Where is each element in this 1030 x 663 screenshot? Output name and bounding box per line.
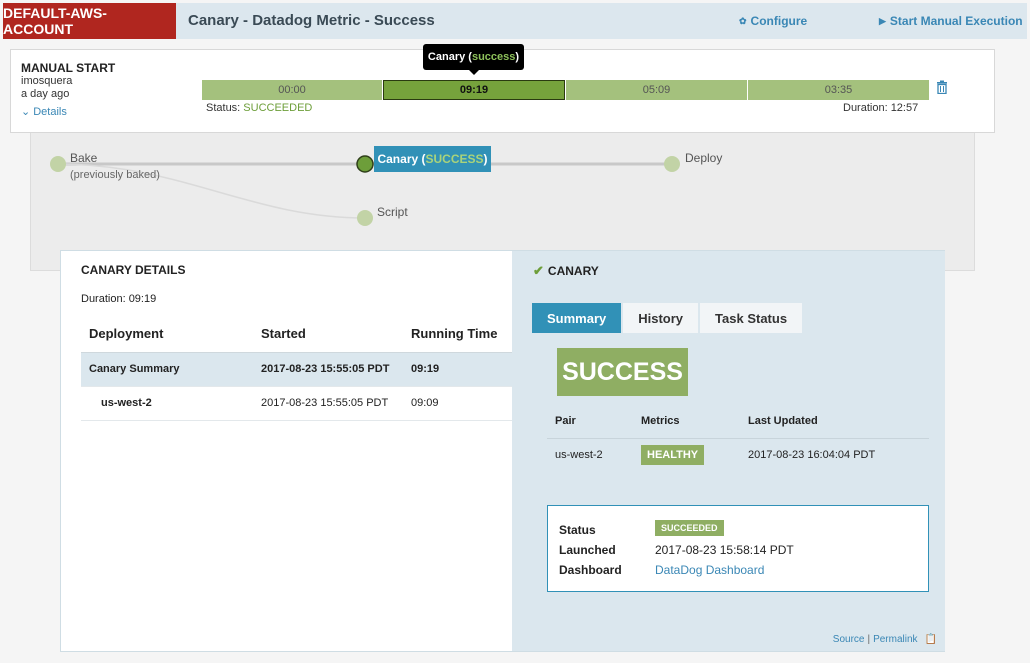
check-icon: ✔ [533,263,544,278]
configure-link[interactable]: ✿ Configure [739,14,807,28]
footer-links: Source | Permalink 📋 [833,634,937,645]
table-row[interactable]: us-west-2 2017-08-23 15:55:05 PDT 09:09 [81,386,512,421]
clipboard-icon[interactable]: 📋 [925,634,937,645]
result-badge: SUCCESS [557,348,688,396]
column-header-last-updated: Last Updated [740,404,929,439]
canary-info-box: Status SUCCEEDED Launched 2017-08-23 15:… [547,505,929,592]
trigger-user: imosquera [21,75,73,87]
cell-running-time: 09:19 [403,352,512,387]
account-tag: DEFAULT-AWS-ACCOUNT [3,3,176,39]
status-key: Status [559,523,596,537]
node-deploy[interactable] [664,156,680,172]
stage-segment-deploy[interactable]: 05:09 [566,80,747,100]
tooltip-status: success [471,51,516,63]
cell-started: 2017-08-23 15:55:05 PDT [253,352,403,387]
details-toggle[interactable]: ⌄ Details [21,105,115,119]
tooltip-stage: Canary ( [427,51,472,63]
cell-pair: us-west-2 [555,449,603,462]
cell-running-time: 09:09 [403,386,512,421]
status-value: SUCCEEDED [243,102,313,114]
table-row: us-west-2 HEALTHY 2017-08-23 16:04:04 PD… [547,438,929,472]
launched-key: Launched [559,543,616,557]
canary-label-text: Canary ( [377,152,426,166]
tab-history[interactable]: History [623,303,699,333]
status-value-wrap: SUCCEEDED [655,520,724,536]
configure-label: Configure [750,14,808,28]
execution-status: Status: SUCCEEDED [206,102,312,114]
column-header-running-time: Running Time [403,316,512,353]
stage-bar: 00:00 09:19 05:09 03:35 [202,80,930,100]
permalink-link[interactable]: Permalink [873,634,917,645]
dashboard-key: Dashboard [559,563,622,577]
column-header-started: Started [253,316,403,353]
dashboard-link[interactable]: DataDog Dashboard [655,563,764,577]
details-label: Details [33,105,67,118]
node-label-deploy: Deploy [685,151,723,165]
node-label-canary[interactable]: Canary (SUCCESS) [374,146,491,172]
column-header-pair: Pair [547,404,633,439]
pipeline-header: DEFAULT-AWS-ACCOUNT Canary - Datadog Met… [3,3,1027,39]
stage-segment-canary[interactable]: 09:19 [383,80,565,100]
source-link[interactable]: Source [833,634,865,645]
deployments-table: Deployment Started Running Time Canary S… [81,316,512,421]
status-badge: SUCCEEDED [655,520,724,536]
cell-deployment: Canary Summary [81,352,253,387]
node-sub-bake: (previously baked) [70,169,160,181]
canary-details-pane: CANARY DETAILS Duration: 09:19 Deploymen… [61,251,512,651]
canary-summary-pane: ✔ CANARY Summary History Task Status SUC… [512,251,945,651]
node-canary[interactable] [356,155,374,173]
trash-icon[interactable] [936,80,948,98]
canary-label-end: ) [483,152,488,166]
pair-table: Pair Metrics Last Updated us-west-2 HEAL… [547,404,929,472]
tab-summary[interactable]: Summary [532,303,622,333]
node-bake[interactable] [50,156,66,172]
node-label-bake: Bake [70,151,98,165]
cell-started: 2017-08-23 15:55:05 PDT [253,386,403,421]
canary-details-duration: Duration: 09:19 [81,293,157,305]
tab-task-status[interactable]: Task Status [700,303,803,333]
cell-deployment: us-west-2 [81,386,253,421]
node-script[interactable] [357,210,373,226]
trigger-title: MANUAL START [21,61,116,75]
canary-panel-title: CANARY [547,264,599,278]
table-row[interactable]: Canary Summary 2017-08-23 15:55:05 PDT 0… [81,352,512,387]
status-label: Status: [206,102,244,114]
column-header-deployment: Deployment [81,316,253,353]
chevron-down-icon: ⌄ [21,106,31,118]
trigger-info: MANUAL START imosquera a day ago ⌄ Detai… [21,61,115,118]
execution-duration: Duration: 12:57 [843,102,919,114]
health-badge: HEALTHY [641,445,705,466]
pipeline-title: Canary - Datadog Metric - Success [188,12,435,29]
cell-last-updated: 2017-08-23 16:04:04 PDT [748,449,876,462]
canary-tabs: Summary History Task Status [532,303,803,333]
link-separator: | [867,634,871,645]
column-header-metrics: Metrics [633,404,740,439]
start-manual-execution-link[interactable]: ▶ Start Manual Execution [879,14,1023,28]
stage-segment-bake[interactable]: 00:00 [202,80,382,100]
trigger-time: a day ago [21,88,70,100]
stage-segment-script[interactable]: 03:35 [748,80,929,100]
stage-tooltip: Canary (success) [423,44,524,75]
launched-value: 2017-08-23 15:58:14 PDT [655,543,794,557]
stage-details-panel: CANARY DETAILS Duration: 09:19 Deploymen… [60,250,945,652]
tooltip-end: ) [515,51,520,63]
start-manual-execution-label: Start Manual Execution [889,14,1023,28]
canary-panel-header: ✔ CANARY [533,263,599,279]
canary-label-status: SUCCESS [425,152,484,166]
gear-icon: ✿ [739,15,747,26]
node-label-script: Script [377,205,408,219]
canary-details-title: CANARY DETAILS [81,263,186,277]
play-icon: ▶ [879,15,886,26]
cell-metrics: HEALTHY [633,438,740,472]
